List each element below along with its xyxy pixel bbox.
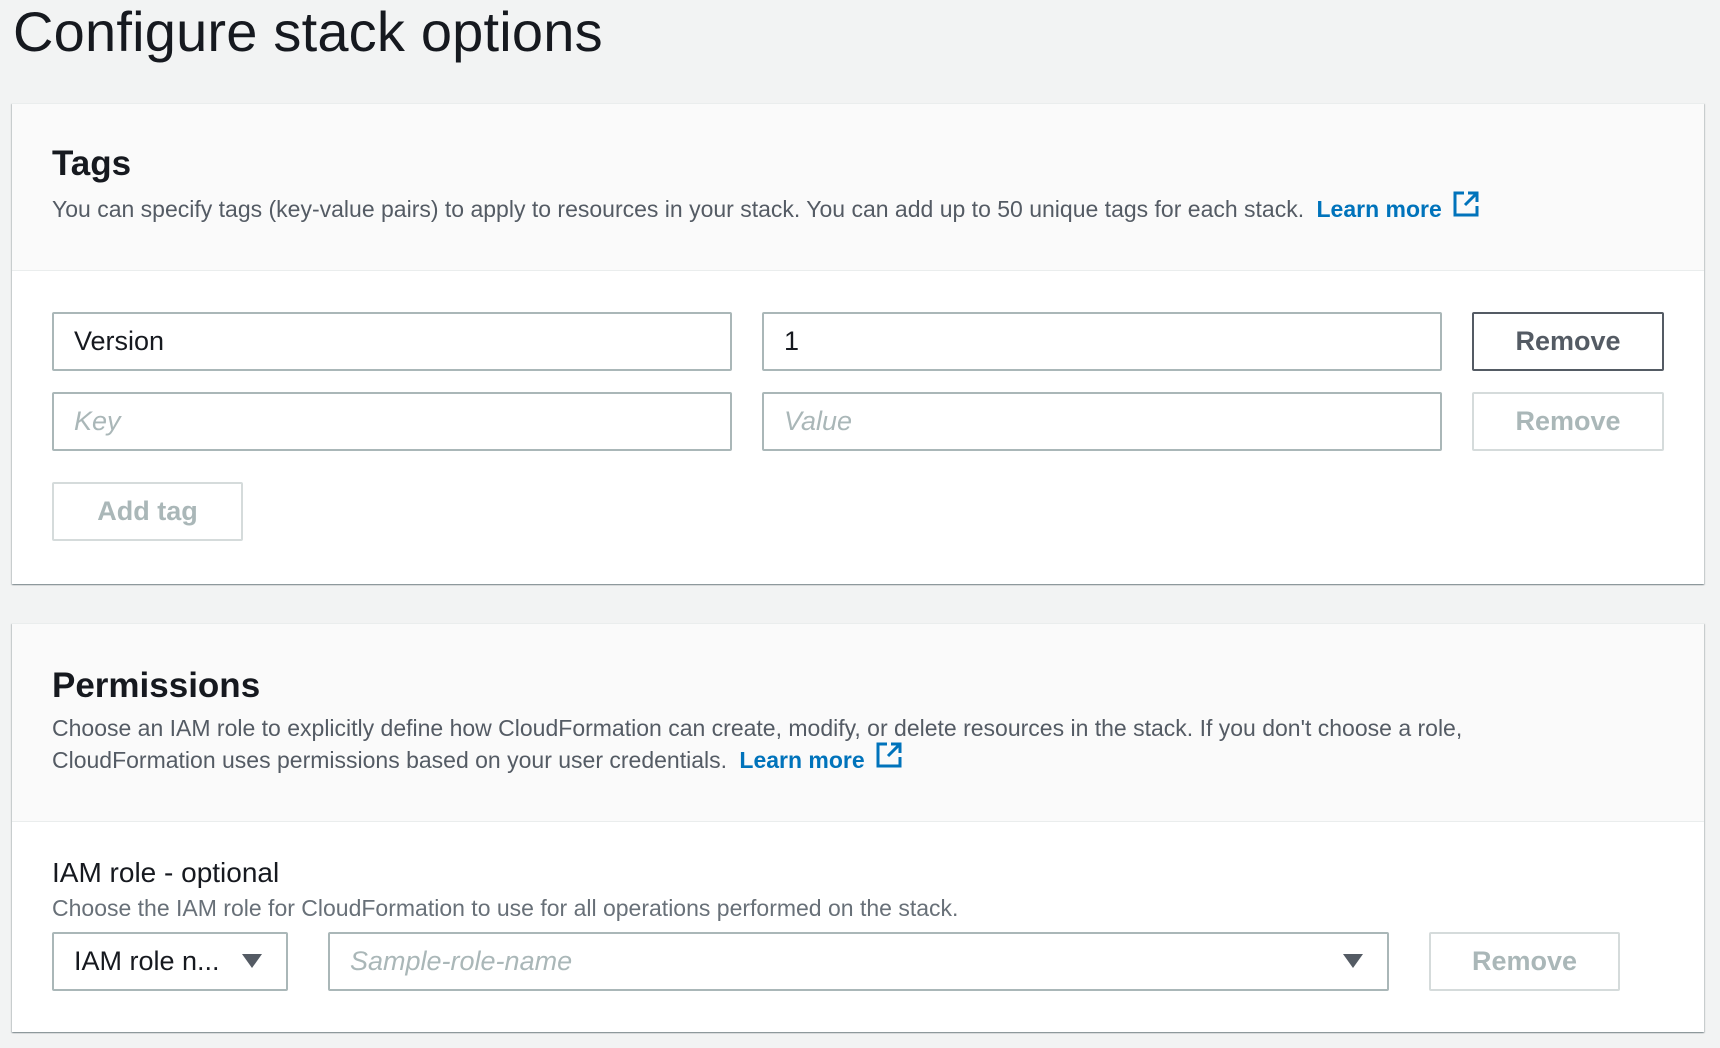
iam-role-label: IAM role - optional	[52, 857, 280, 888]
tag-value-input-1[interactable]	[762, 312, 1442, 371]
permissions-description-line2-wrap: CloudFormation uses permissions based on…	[52, 742, 1462, 780]
tag-value-input-2[interactable]	[762, 392, 1442, 451]
iam-role-type-value: IAM role n...	[74, 946, 220, 976]
permissions-learn-more-link[interactable]: Learn more	[739, 742, 902, 774]
external-link-icon	[1452, 190, 1480, 226]
permissions-description-line2: CloudFormation uses permissions based on…	[52, 747, 727, 774]
remove-tag-button-2[interactable]: Remove	[1472, 392, 1664, 451]
permissions-description: Choose an IAM role to explicitly define …	[52, 712, 1462, 780]
iam-role-type-select[interactable]: IAM role n...	[52, 932, 288, 991]
caret-down-icon	[242, 954, 262, 968]
tags-learn-more-link[interactable]: Learn more	[1316, 191, 1480, 223]
permissions-panel: Permissions Choose an IAM role to explic…	[12, 623, 1704, 1032]
caret-down-icon	[1343, 954, 1363, 968]
page-title: Configure stack options	[13, 0, 603, 63]
permissions-description-line1: Choose an IAM role to explicitly define …	[52, 715, 1463, 741]
iam-role-name-select[interactable]: Sample-role-name	[328, 932, 1389, 991]
external-link-icon	[875, 741, 903, 777]
permissions-title: Permissions	[52, 666, 261, 705]
tags-description: You can specify tags (key-value pairs) t…	[52, 191, 1480, 229]
tag-key-input-1[interactable]	[52, 312, 732, 371]
tags-panel: Tags You can specify tags (key-value pai…	[12, 103, 1704, 584]
iam-role-name-placeholder: Sample-role-name	[350, 946, 573, 976]
remove-iam-role-button[interactable]: Remove	[1429, 932, 1620, 991]
tags-description-text: You can specify tags (key-value pairs) t…	[52, 196, 1305, 223]
iam-role-description: Choose the IAM role for CloudFormation t…	[52, 895, 959, 921]
tag-key-input-2[interactable]	[52, 392, 732, 451]
remove-tag-button-1[interactable]: Remove	[1472, 312, 1664, 371]
tags-learn-more-label: Learn more	[1316, 196, 1442, 223]
tags-title: Tags	[52, 144, 132, 183]
tags-header: Tags You can specify tags (key-value pai…	[12, 104, 1704, 271]
permissions-header: Permissions Choose an IAM role to explic…	[12, 624, 1704, 822]
permissions-learn-more-label: Learn more	[739, 747, 865, 774]
add-tag-button[interactable]: Add tag	[52, 482, 243, 541]
